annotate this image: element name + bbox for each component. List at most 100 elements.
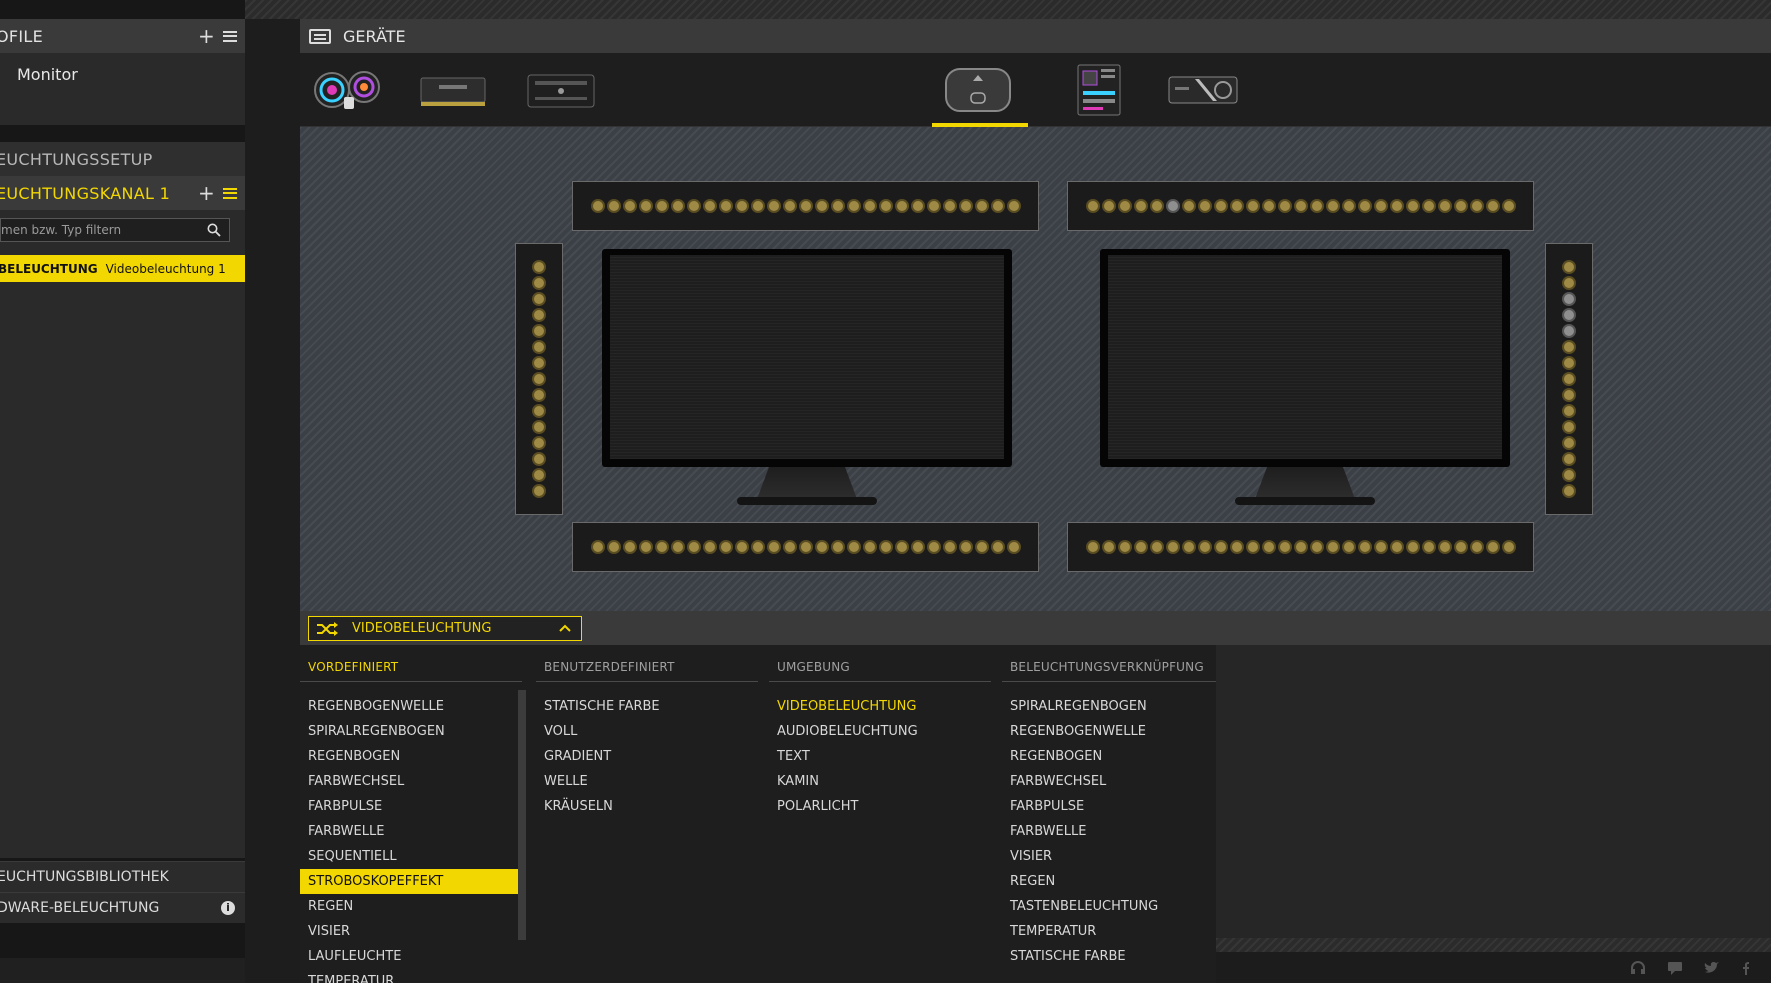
info-icon[interactable]: i — [221, 901, 235, 915]
led[interactable] — [532, 404, 546, 418]
led[interactable] — [1229, 199, 1244, 213]
led[interactable] — [1562, 388, 1576, 402]
led[interactable] — [1133, 540, 1148, 554]
led[interactable] — [702, 540, 717, 554]
led[interactable] — [1562, 340, 1576, 354]
led[interactable] — [1277, 540, 1292, 554]
led[interactable] — [974, 540, 989, 554]
led[interactable] — [1437, 199, 1452, 213]
effect-item[interactable]: FARBWECHSEL — [1002, 769, 1216, 794]
led[interactable] — [1453, 540, 1468, 554]
led[interactable] — [846, 199, 861, 213]
motherboard-icon[interactable] — [1075, 63, 1123, 117]
led[interactable] — [974, 199, 989, 213]
led[interactable] — [1309, 199, 1324, 213]
led[interactable] — [532, 468, 546, 482]
led[interactable] — [1501, 199, 1516, 213]
led[interactable] — [590, 199, 605, 213]
led[interactable] — [532, 276, 546, 290]
effect-item[interactable]: FARBPULSE — [1002, 794, 1216, 819]
led[interactable] — [590, 540, 605, 554]
led[interactable] — [1562, 308, 1576, 322]
led[interactable] — [686, 540, 701, 554]
led[interactable] — [532, 420, 546, 434]
led[interactable] — [654, 540, 669, 554]
led[interactable] — [532, 436, 546, 450]
led[interactable] — [1261, 540, 1276, 554]
led[interactable] — [1213, 199, 1228, 213]
led[interactable] — [670, 199, 685, 213]
facebook-icon[interactable] — [1742, 961, 1750, 975]
lighting-channel-header[interactable]: EUCHTUNGSKANAL 1 + — [0, 176, 245, 210]
led[interactable] — [1117, 540, 1132, 554]
led[interactable] — [1165, 540, 1180, 554]
led[interactable] — [532, 388, 546, 402]
led[interactable] — [686, 199, 701, 213]
led[interactable] — [1562, 372, 1576, 386]
effect-item[interactable]: SEQUENTIELL — [300, 844, 522, 869]
profiles-menu-icon[interactable] — [223, 30, 237, 42]
led[interactable] — [782, 199, 797, 213]
led[interactable] — [1181, 199, 1196, 213]
led-strip-bottom-left[interactable] — [572, 522, 1039, 572]
led[interactable] — [638, 199, 653, 213]
effect-item[interactable]: STATISCHE FARBE — [1002, 944, 1216, 969]
profile-item-monitor[interactable]: Monitor — [17, 65, 78, 84]
led[interactable] — [718, 199, 733, 213]
led-strip-top-left[interactable] — [572, 181, 1039, 231]
led[interactable] — [894, 540, 909, 554]
led[interactable] — [1469, 199, 1484, 213]
led[interactable] — [1437, 540, 1452, 554]
led[interactable] — [766, 199, 781, 213]
led[interactable] — [798, 199, 813, 213]
layer-filter-input[interactable]: men bzw. Typ filtern — [0, 218, 230, 242]
ram-icon[interactable] — [417, 63, 489, 117]
effect-item[interactable]: FARBWELLE — [1002, 819, 1216, 844]
led[interactable] — [654, 199, 669, 213]
led[interactable] — [1373, 540, 1388, 554]
led[interactable] — [532, 340, 546, 354]
led[interactable] — [830, 540, 845, 554]
led[interactable] — [1325, 540, 1340, 554]
led[interactable] — [1389, 199, 1404, 213]
effect-item[interactable]: VOLL — [536, 719, 758, 744]
led[interactable] — [926, 540, 941, 554]
add-profile-icon[interactable]: + — [198, 26, 215, 46]
led[interactable] — [894, 199, 909, 213]
led[interactable] — [1341, 199, 1356, 213]
gpu-icon[interactable] — [1165, 63, 1241, 117]
led[interactable] — [1357, 199, 1372, 213]
effect-item[interactable]: KRÄUSELN — [536, 794, 758, 819]
led[interactable] — [1277, 199, 1292, 213]
effect-item[interactable]: REGENBOGEN — [300, 744, 522, 769]
led[interactable] — [532, 260, 546, 274]
led[interactable] — [1213, 540, 1228, 554]
led[interactable] — [1101, 199, 1116, 213]
effect-item[interactable]: STROBOSKOPEFFEKT — [300, 869, 522, 894]
effect-item[interactable]: REGEN — [300, 894, 522, 919]
led[interactable] — [814, 540, 829, 554]
led[interactable] — [1421, 199, 1436, 213]
effect-item[interactable]: REGENBOGENWELLE — [1002, 719, 1216, 744]
led[interactable] — [990, 199, 1005, 213]
led[interactable] — [910, 540, 925, 554]
led[interactable] — [750, 540, 765, 554]
led[interactable] — [1405, 540, 1420, 554]
led[interactable] — [1293, 540, 1308, 554]
effect-item[interactable]: FARBWELLE — [300, 819, 522, 844]
led[interactable] — [1562, 452, 1576, 466]
led[interactable] — [1485, 540, 1500, 554]
effect-item[interactable]: AUDIOBELEUCHTUNG — [769, 719, 991, 744]
hardware-lighting-header[interactable]: DWARE-BELEUCHTUNG i — [0, 892, 245, 923]
led[interactable] — [1389, 540, 1404, 554]
layer-row-videobeleuchtung[interactable]: BELEUCHTUNG Videobeleuchtung 1 — [0, 255, 245, 282]
led[interactable] — [942, 199, 957, 213]
led[interactable] — [606, 540, 621, 554]
led[interactable] — [622, 540, 637, 554]
led[interactable] — [1117, 199, 1132, 213]
effect-item[interactable]: REGENBOGENWELLE — [300, 694, 522, 719]
led[interactable] — [862, 199, 877, 213]
led-strip-top-right[interactable] — [1067, 181, 1534, 231]
led[interactable] — [1562, 420, 1576, 434]
effect-item[interactable]: TEMPERATUR — [1002, 919, 1216, 944]
